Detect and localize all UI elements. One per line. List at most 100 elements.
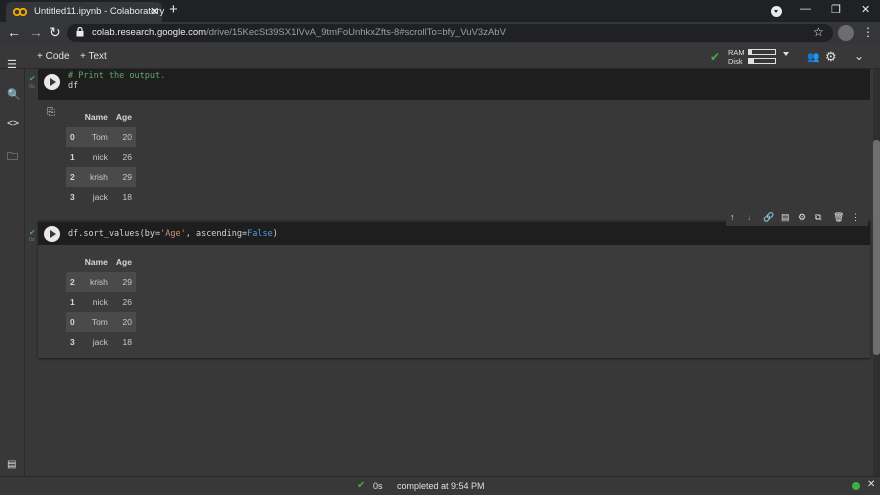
cell-1-run-button[interactable] [44, 74, 60, 90]
age-cell: 29 [122, 172, 132, 182]
add-code-button[interactable]: + Code [37, 51, 70, 62]
index-header [66, 252, 81, 272]
browser-tab-strip: Untitled11.ipynb - Colaboratory ✕ + — ❐ … [0, 0, 880, 22]
table-row: 0 Tom 20 [66, 127, 136, 147]
tab-close-icon[interactable]: ✕ [150, 5, 159, 18]
table-header-row: Name Age [66, 252, 136, 272]
new-tab-button[interactable]: + [169, 2, 178, 18]
cell-2-code: df.sort_values(by='Age', ascending=False… [68, 229, 278, 239]
move-down-icon[interactable]: ↓ [747, 212, 752, 222]
code-token: ) [272, 229, 278, 239]
cell-1-output-table: Name Age 0 Tom 20 1 nick 26 2 krish 29 3 jack 18 [66, 107, 136, 207]
row-index: 1 [70, 297, 75, 307]
table-row: 1 nick 26 [66, 292, 136, 312]
row-index: 2 [70, 277, 75, 287]
cell-2-output-table: Name Age 2 krish 29 1 nick 26 0 Tom 20 3 jack 18 [66, 252, 136, 352]
cell-1-exec-time: 0s [29, 84, 35, 90]
status-exec-time: 0s [373, 481, 383, 491]
link-icon[interactable]: 🔗 [763, 212, 774, 223]
table-row: 3 jack 18 [66, 332, 136, 352]
url-path: /drive/15KecSt39SX1lVvA_9tmFoUnhkxZfts-8… [206, 27, 506, 38]
table-of-contents-icon[interactable]: ☰ [7, 58, 17, 71]
row-index: 1 [70, 152, 75, 162]
age-cell: 20 [122, 317, 132, 327]
reload-icon[interactable]: ↻ [49, 24, 61, 41]
search-icon[interactable]: 🔍 [7, 88, 21, 101]
row-index: 3 [70, 337, 75, 347]
name-cell: nick [92, 152, 108, 162]
disk-usage-fill [749, 59, 755, 63]
age-cell: 18 [122, 192, 132, 202]
name-cell: krish [89, 277, 108, 287]
colab-toolbar: + Code + Text [0, 44, 880, 69]
cell-2-status-check-icon: ✔ [29, 228, 36, 237]
star-icon[interactable]: ☆ [813, 25, 824, 39]
connected-check-icon: ✔ [710, 50, 721, 64]
cell-1-code: # Print the output. df [68, 71, 165, 91]
cell-1-code-line: df [68, 81, 79, 91]
terminal-icon[interactable]: ▤ [7, 459, 16, 470]
name-column-header: Name [84, 257, 108, 267]
status-text[interactable]: completed at 9:54 PM [397, 481, 485, 491]
output-actions-icon[interactable]: ⎘ [47, 107, 55, 118]
code-keyword-token: False [247, 229, 273, 239]
files-folder-icon[interactable]: 🗀 [7, 148, 18, 167]
table-row: 0 Tom 20 [66, 312, 136, 332]
forward-icon[interactable]: → [29, 24, 43, 40]
more-options-icon[interactable]: ⋮ [851, 212, 860, 223]
collapse-header-icon[interactable]: ⌄ [854, 49, 864, 63]
mirror-cell-icon[interactable]: ⧉ [815, 212, 821, 223]
cell-2-run-button[interactable] [44, 226, 60, 242]
gear-icon[interactable]: ⚙ [825, 49, 837, 65]
tab-search-icon[interactable] [771, 6, 782, 17]
ram-usage-bar[interactable] [748, 49, 776, 55]
minimize-button[interactable]: — [800, 3, 811, 15]
lock-icon [76, 27, 84, 37]
ram-label: RAM [728, 48, 745, 57]
age-column-header: Age [115, 257, 132, 267]
code-token: df.sort_values(by= [68, 229, 161, 239]
name-cell: Tom [91, 317, 108, 327]
close-icon[interactable]: ✕ [867, 479, 875, 490]
age-cell: 18 [122, 337, 132, 347]
ram-usage-fill [749, 50, 753, 54]
age-cell: 20 [122, 132, 132, 142]
url-text: colab.research.google.com/drive/15KecSt3… [92, 27, 506, 38]
code-token: , ascending= [185, 229, 248, 239]
code-snippets-icon[interactable]: <> [7, 118, 19, 129]
name-cell: Tom [91, 132, 108, 142]
move-up-icon[interactable]: ↑ [730, 212, 735, 222]
disk-label: Disk [728, 57, 743, 66]
code-string-token: 'Age' [160, 229, 186, 239]
index-header [66, 107, 81, 127]
row-index: 3 [70, 192, 75, 202]
table-row: 1 nick 26 [66, 147, 136, 167]
cell-2-output-area [38, 245, 870, 358]
table-row: 3 jack 18 [66, 187, 136, 207]
disk-usage-bar[interactable] [748, 58, 776, 64]
cell-settings-icon[interactable]: ⚙ [798, 212, 806, 223]
avatar[interactable] [838, 25, 854, 41]
window-close-button[interactable]: ✕ [861, 3, 870, 16]
name-cell: jack [92, 192, 108, 202]
cell-1-status-check-icon: ✔ [29, 74, 36, 83]
browser-tab[interactable]: Untitled11.ipynb - Colaboratory ✕ [6, 2, 164, 22]
address-bar[interactable]: colab.research.google.com/drive/15KecSt3… [67, 24, 833, 42]
left-sidebar [0, 69, 25, 476]
add-text-button[interactable]: + Text [80, 51, 107, 62]
name-cell: nick [92, 297, 108, 307]
maximize-button[interactable]: ❐ [831, 3, 841, 16]
row-index: 0 [70, 317, 75, 327]
browser-menu-icon[interactable]: ⋮ [862, 25, 874, 39]
comment-icon[interactable]: ▤ [781, 212, 790, 223]
share-people-icon[interactable]: 👥 [807, 52, 819, 63]
name-cell: jack [92, 337, 108, 347]
delete-icon[interactable]: 🗑 [833, 212, 844, 223]
status-connected-dot [852, 482, 860, 490]
back-icon[interactable]: ← [7, 24, 21, 40]
table-row: 2 krish 29 [66, 272, 136, 292]
browser-toolbar: ← → ↻ colab.research.google.com/drive/15… [0, 22, 880, 44]
chevron-down-icon[interactable] [783, 52, 789, 56]
scrollbar-thumb[interactable] [873, 140, 880, 355]
age-cell: 29 [122, 277, 132, 287]
